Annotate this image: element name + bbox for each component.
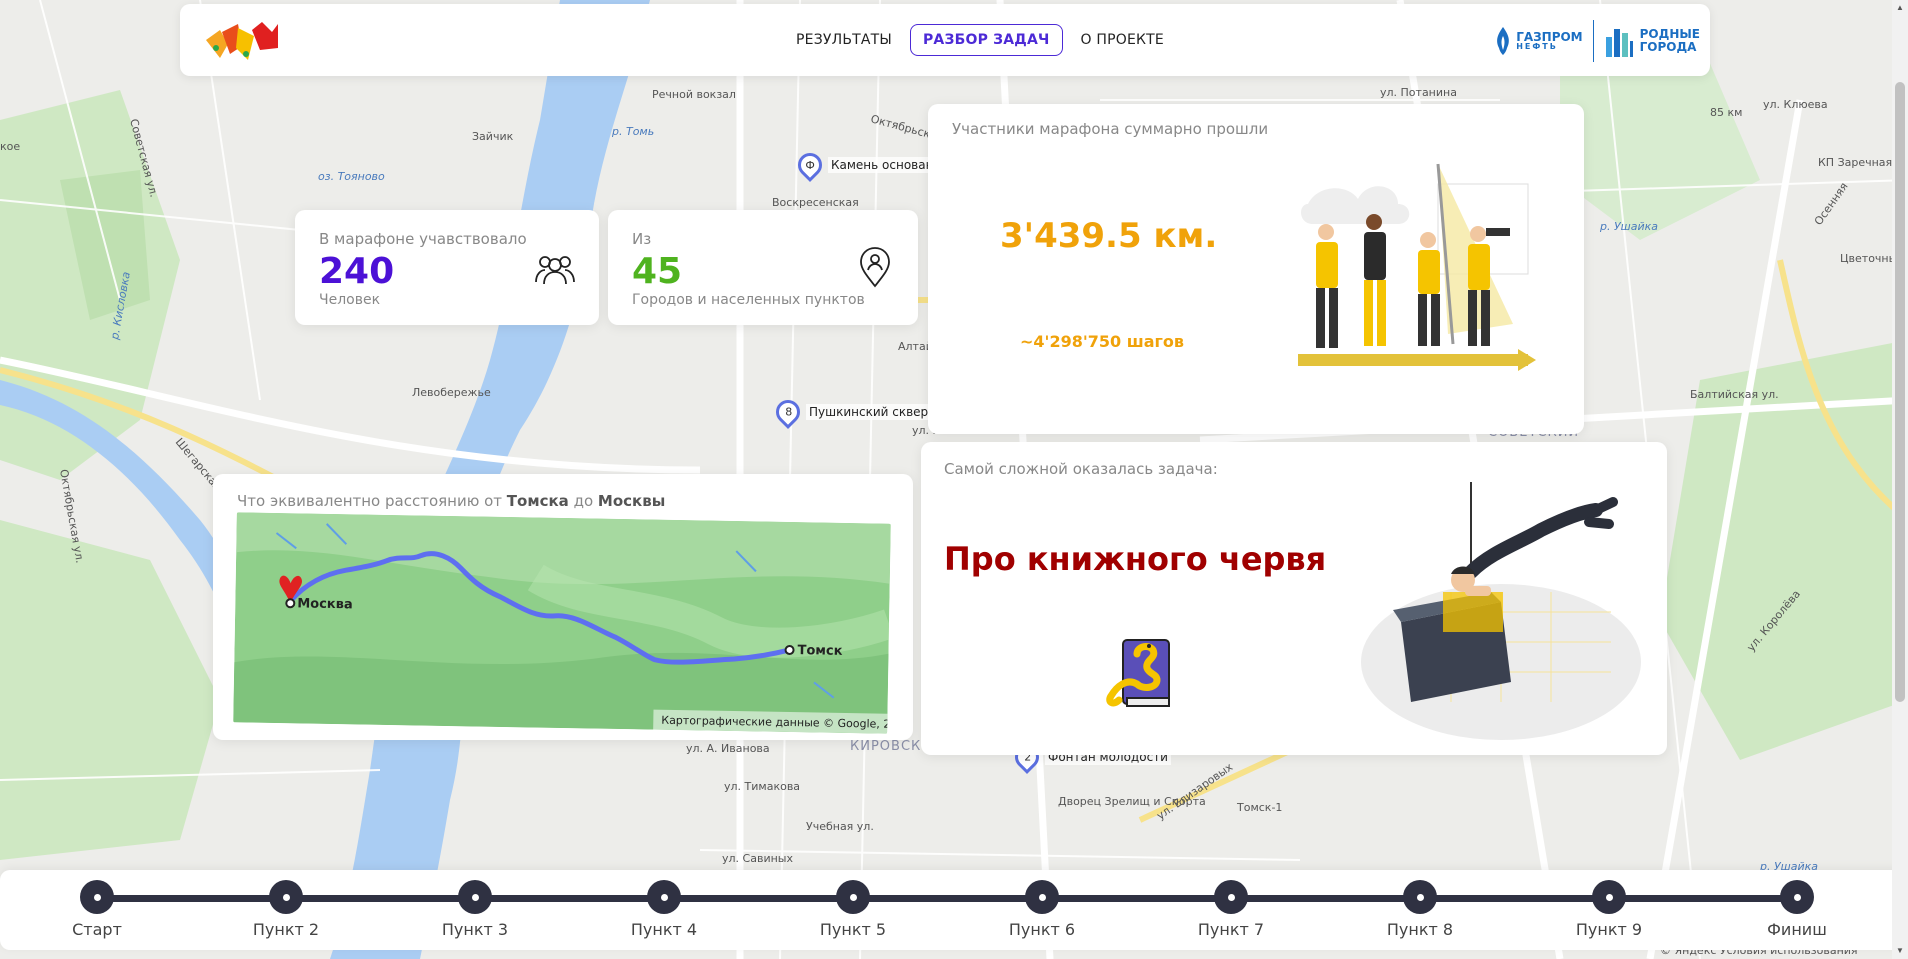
nav-task-review[interactable]: РАЗБОР ЗАДАЧ (909, 24, 1063, 56)
gazprom-neft-logo[interactable]: ГАЗПРОМ НЕФТЬ (1494, 26, 1583, 56)
timeline-dot-icon (1403, 880, 1437, 914)
partner-logos: ГАЗПРОМ НЕФТЬ РОДНЫЕ ГОРОДА (1494, 20, 1700, 62)
svg-text:Томск: Томск (797, 643, 842, 659)
hardest-task-title[interactable]: Про книжного червя (944, 540, 1326, 578)
timeline-point-2[interactable]: Пункт 2 (226, 880, 346, 939)
timeline-point-4[interactable]: Пункт 4 (604, 880, 724, 939)
svg-text:Левобережье: Левобережье (412, 386, 491, 399)
svg-text:Томск-1: Томск-1 (1236, 801, 1282, 814)
route-map-image: Москва Томск Картографические данные © G… (233, 512, 891, 734)
scroll-thumb[interactable] (1895, 82, 1905, 702)
hardest-label: Самой сложной оказалась задача: (944, 460, 1218, 478)
timeline-dot-icon (1592, 880, 1626, 914)
timeline-point-9[interactable]: Пункт 9 (1549, 880, 1669, 939)
svg-text:85 км: 85 км (1710, 106, 1742, 119)
nav-about[interactable]: О ПРОЕКТЕ (1075, 25, 1170, 55)
rodnye-goroda-logo[interactable]: РОДНЫЕ ГОРОДА (1604, 23, 1700, 59)
timeline-point-7[interactable]: Пункт 7 (1171, 880, 1291, 939)
bookworm-icon (1106, 639, 1170, 707)
hardest-task-card: Самой сложной оказалась задача: Про книж… (921, 442, 1667, 755)
svg-text:р. Томь: р. Томь (611, 125, 654, 138)
timeline-point-8[interactable]: Пункт 8 (1360, 880, 1480, 939)
main-nav: РЕЗУЛЬТАТЫ РАЗБОР ЗАДАЧ О ПРОЕКТЕ (790, 24, 1170, 56)
timeline-point-3[interactable]: Пункт 3 (415, 880, 535, 939)
svg-text:кое: кое (0, 140, 20, 153)
participants-card: В марафоне учавствовало 240 Человек (295, 210, 599, 325)
participants-label: В марафоне учавствовало (319, 230, 527, 248)
map-pin-icon: 8 (771, 395, 805, 429)
svg-text:Балтийская ул.: Балтийская ул. (1690, 388, 1779, 401)
distance-label: Участники марафона суммарно прошли (952, 120, 1269, 138)
timeline-dot-icon (1025, 880, 1059, 914)
checkpoint-timeline: Старт Пункт 2 Пункт 3 Пункт 4 Пункт 5 Пу… (0, 870, 1908, 950)
cities-card: Из 45 Городов и населенных пунктов (608, 210, 918, 325)
svg-text:ул. Савиных: ул. Савиных (722, 852, 793, 865)
svg-text:оз. Тояново: оз. Тояново (318, 170, 385, 183)
svg-text:ул. А. Иванова: ул. А. Иванова (686, 742, 770, 755)
people-group-icon (535, 256, 575, 285)
svg-text:Воскресенская: Воскресенская (772, 196, 859, 209)
svg-text:ул. Тимакова: ул. Тимакова (724, 780, 800, 793)
distance-steps: ~4'298'750 шагов (1020, 332, 1184, 351)
timeline-point-6[interactable]: Пункт 6 (982, 880, 1102, 939)
cities-label: Из (632, 230, 652, 248)
timeline-dot-icon (269, 880, 303, 914)
rodnye-goroda-icon (1605, 29, 1633, 57)
location-pin-person-icon (860, 247, 890, 288)
team-climbing-illustration (1298, 163, 1536, 371)
scroll-up-icon[interactable]: ▲ (1895, 3, 1905, 13)
timeline-dot-icon (1780, 880, 1814, 914)
partner-divider (1592, 20, 1594, 62)
timeline-dot-icon (647, 880, 681, 914)
distance-value: 3'439.5 км. (1000, 216, 1218, 256)
timeline-dot-icon (1214, 880, 1248, 914)
timeline-dot-icon (836, 880, 870, 914)
route-map[interactable]: Москва Томск Картографические данные © G… (233, 512, 891, 734)
svg-text:Речной вокзал: Речной вокзал (652, 88, 736, 101)
cities-count: 45 (632, 251, 683, 292)
svg-text:Москва: Москва (297, 596, 353, 612)
svg-text:Учебная ул.: Учебная ул. (806, 820, 874, 833)
participants-count: 240 (319, 251, 395, 292)
svg-text:Зайчик: Зайчик (472, 130, 514, 143)
flame-icon (1497, 27, 1510, 55)
participants-caption: Человек (319, 292, 381, 308)
svg-text:р. Ушайка: р. Ушайка (1599, 220, 1658, 233)
map-marker-pushkinsky-skver[interactable]: 8 Пушкинский сквер (771, 395, 932, 429)
cities-caption: Городов и населенных пунктов (632, 292, 865, 308)
equivalent-distance-card: Что эквивалентно расстоянию от Томска до… (213, 474, 913, 740)
page-scrollbar[interactable]: ▲ ▼ (1892, 0, 1908, 959)
timeline-dot-icon (80, 880, 114, 914)
svg-text:ул. Клюева: ул. Клюева (1763, 98, 1828, 111)
nav-results[interactable]: РЕЗУЛЬТАТЫ (790, 25, 898, 55)
map-pin-icon: Ф (793, 148, 827, 182)
timeline-point-5[interactable]: Пункт 5 (793, 880, 913, 939)
person-at-computer-illustration (1361, 482, 1641, 740)
timeline-track (97, 895, 1797, 902)
equivalent-label: Что эквивалентно расстоянию от Томска до… (237, 492, 666, 510)
timeline-dot-icon (458, 880, 492, 914)
total-distance-card: Участники марафона суммарно прошли 3'439… (928, 104, 1584, 434)
timeline-point-finish[interactable]: Финиш (1737, 880, 1857, 939)
svg-text:КП Заречная: КП Заречная (1818, 156, 1892, 169)
svg-text:ул. Потанина: ул. Потанина (1380, 86, 1457, 99)
top-header: РЕЗУЛЬТАТЫ РАЗБОР ЗАДАЧ О ПРОЕКТЕ ГАЗПРО… (180, 4, 1710, 76)
timeline-point-start[interactable]: Старт (37, 880, 157, 939)
scroll-down-icon[interactable]: ▼ (1895, 946, 1905, 956)
site-logo[interactable] (202, 18, 282, 66)
